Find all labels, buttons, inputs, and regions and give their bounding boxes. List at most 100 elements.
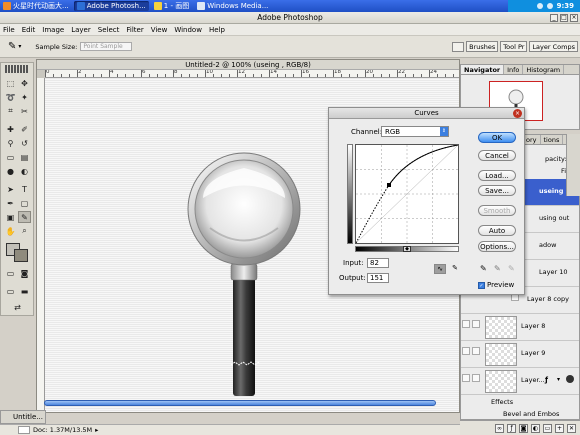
style-badge-icon[interactable] — [566, 375, 574, 383]
palette-collapse-strip[interactable] — [566, 134, 580, 196]
cancel-button[interactable]: Cancel — [478, 150, 516, 161]
well-tab-brushes[interactable]: Brushes — [466, 41, 499, 52]
preview-checkbox[interactable]: ✓ Preview — [478, 281, 514, 289]
background-color-swatch[interactable] — [14, 249, 28, 262]
shape-icon[interactable]: ▢ — [18, 197, 31, 209]
save-button[interactable]: Save... — [478, 185, 516, 196]
add-mask-icon[interactable]: ◙ — [519, 423, 528, 433]
taskbar-tab-huoxing[interactable]: 火星时代动画大... — [0, 1, 72, 11]
path-select-icon[interactable]: ➤ — [4, 183, 17, 195]
screen-mode-full-icon[interactable]: ▬ — [18, 285, 31, 297]
tool-preset-arrow-icon[interactable]: ▾ — [18, 43, 21, 50]
network-icon[interactable] — [546, 3, 553, 9]
gradient-icon[interactable]: ▤ — [18, 151, 31, 163]
quick-mask-icon[interactable]: ◙ — [18, 267, 31, 279]
dodge-icon[interactable]: ◐ — [18, 165, 31, 177]
curve-graph[interactable] — [355, 144, 459, 244]
smooth-button[interactable]: Smooth — [478, 205, 516, 216]
gray-point-eyedropper-icon[interactable]: ✎ — [494, 264, 503, 273]
taskbar-tab-paint[interactable]: 1 - 画图 — [151, 1, 192, 11]
horizontal-scrollbar[interactable] — [44, 400, 436, 406]
menu-layer[interactable]: Layer — [71, 26, 91, 34]
eyedropper-tool-icon[interactable]: ✎ — [18, 211, 31, 223]
eyedropper-icon[interactable]: ✎ — [8, 41, 16, 52]
tab-history[interactable]: ory — [523, 135, 541, 144]
curve-line[interactable] — [388, 144, 459, 186]
pencil-tool-icon[interactable]: ✎ — [449, 264, 461, 274]
ok-button[interactable]: OK — [478, 132, 516, 143]
pen-icon[interactable]: ✒ — [4, 197, 17, 209]
taskbar-tab-photoshop[interactable]: Adobe Photosh... — [73, 1, 149, 11]
white-point-eyedropper-icon[interactable]: ✎ — [508, 264, 517, 273]
zoom-level-field[interactable] — [18, 426, 30, 434]
layer-row[interactable]: Layer 8 — [461, 314, 579, 341]
layer-row[interactable]: Layer 9 — [461, 341, 579, 368]
menu-image[interactable]: Image — [42, 26, 64, 34]
curve-control-point[interactable] — [387, 183, 391, 187]
well-tab-tool-presets[interactable]: Tool Pr — [500, 41, 528, 52]
tab-actions[interactable]: tions — [541, 135, 564, 144]
slice-icon[interactable]: ✂ — [18, 105, 31, 117]
lasso-icon[interactable]: ➰ — [4, 91, 17, 103]
new-group-icon[interactable]: ▭ — [543, 423, 552, 433]
expand-effects-icon[interactable]: ▾ — [557, 376, 560, 383]
eraser-icon[interactable]: ▭ — [4, 151, 17, 163]
maximize-button[interactable]: □ — [560, 14, 568, 22]
delete-layer-icon[interactable]: ✕ — [567, 423, 576, 433]
link-layers-icon[interactable]: ∞ — [495, 423, 504, 433]
black-point-eyedropper-icon[interactable]: ✎ — [480, 264, 489, 273]
link-icon[interactable] — [472, 347, 480, 355]
adjustment-layer-icon[interactable]: ◐ — [531, 423, 540, 433]
tab-navigator[interactable]: Navigator — [461, 65, 505, 74]
magic-wand-icon[interactable]: ✦ — [18, 91, 31, 103]
crop-icon[interactable]: ⌗ — [4, 105, 17, 117]
imageready-icon[interactable]: ⇄ — [11, 301, 24, 313]
sample-size-select[interactable]: Point Sample — [80, 42, 133, 51]
auto-button[interactable]: Auto — [478, 225, 516, 236]
menu-window[interactable]: Window — [174, 26, 202, 34]
add-style-icon[interactable]: ƒ — [507, 423, 516, 433]
menu-view[interactable]: View — [151, 26, 168, 34]
clone-stamp-icon[interactable]: ⚲ — [4, 137, 17, 149]
screen-mode-standard-icon[interactable]: ▭ — [4, 285, 17, 297]
blur-icon[interactable]: ● — [4, 165, 17, 177]
close-button[interactable]: × — [570, 14, 578, 22]
curve-point-tool-icon[interactable]: ∿ — [434, 264, 446, 274]
visibility-icon[interactable] — [462, 374, 470, 382]
marquee-icon[interactable]: ⬚ — [4, 77, 17, 89]
type-icon[interactable]: T — [18, 183, 31, 195]
layer-row[interactable]: Layer... ƒ ▾ — [461, 368, 579, 395]
link-icon[interactable] — [472, 320, 480, 328]
gradient-toggle-icon[interactable]: ◆ — [403, 246, 411, 252]
history-brush-icon[interactable]: ↺ — [18, 137, 31, 149]
menu-edit[interactable]: Edit — [22, 26, 36, 34]
input-field[interactable]: 82 — [367, 258, 389, 268]
layer-effects-icon[interactable]: ƒ — [545, 376, 548, 384]
healing-brush-icon[interactable]: ✚ — [4, 123, 17, 135]
link-icon[interactable] — [472, 374, 480, 382]
load-button[interactable]: Load... — [478, 170, 516, 181]
brush-icon[interactable]: ✐ — [18, 123, 31, 135]
channel-select[interactable]: RGB ⇕ — [381, 126, 449, 137]
menu-file[interactable]: File — [3, 26, 15, 34]
minimized-document[interactable]: Untitle... — [0, 410, 46, 424]
hand-icon[interactable]: ✋ — [4, 225, 17, 237]
taskbar-tab-media[interactable]: Windows Media... — [194, 1, 271, 11]
well-tab-layer-comps[interactable]: Layer Comps — [529, 41, 578, 52]
visibility-icon[interactable] — [462, 320, 470, 328]
menu-select[interactable]: Select — [98, 26, 120, 34]
dialog-close-icon[interactable]: × — [513, 109, 522, 118]
notes-icon[interactable]: ▣ — [4, 211, 17, 223]
zoom-icon[interactable]: ⌕ — [18, 225, 31, 237]
menu-help[interactable]: Help — [209, 26, 225, 34]
standard-mode-icon[interactable]: ▭ — [4, 267, 17, 279]
visibility-icon[interactable] — [462, 347, 470, 355]
volume-icon[interactable] — [536, 3, 543, 9]
output-field[interactable]: 151 — [367, 273, 389, 283]
status-arrow-icon[interactable]: ▸ — [95, 426, 98, 434]
tab-histogram[interactable]: Histogram — [523, 65, 565, 74]
move-icon[interactable]: ✥ — [18, 77, 31, 89]
file-browser-icon[interactable] — [452, 41, 465, 52]
menu-filter[interactable]: Filter — [126, 26, 143, 34]
new-layer-icon[interactable]: + — [555, 423, 564, 433]
